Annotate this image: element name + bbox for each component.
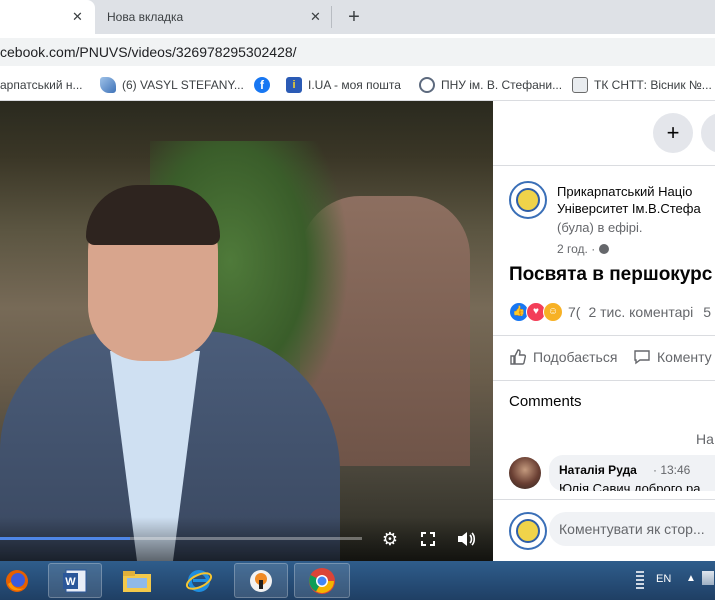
panel-top-actions: + [493,101,715,166]
like-button[interactable]: Подобається [509,348,617,366]
bookmark-label: (6) VASYL STEFANY... [122,78,244,92]
messenger-button[interactable] [701,113,715,153]
bookmark-label: ПНУ ім. В. Стефани... [441,78,563,92]
video-player[interactable]: ⚙ [0,101,493,561]
comment-time[interactable]: · 13:46 [653,463,690,477]
tray-expand-icon[interactable]: ▲ [686,573,696,584]
comment-button[interactable]: Коменту [633,348,712,366]
facebook-icon: f [254,77,270,93]
settings-icon[interactable]: ⚙ [378,527,402,551]
comment-bubble: Наталія Руда · 13:46 Юлія Савич доброго … [549,455,715,491]
comment-text: Юлія Савич доброго ра [559,481,701,491]
url-text[interactable]: cebook.com/PNUVS/videos/326978295302428/ [0,44,297,60]
drop-icon [100,77,116,93]
comment-compose: Коментувати як стор... [493,499,715,562]
reactions-summary[interactable]: 👍 ♥ ☺ 7( 2 тис. коментарі 5 [509,301,711,323]
tab-title: Нова вкладка [107,10,184,24]
train-icon [572,77,588,93]
video-progress-bar[interactable] [0,537,362,540]
create-button[interactable]: + [653,113,693,153]
comment-label: Коменту [657,349,712,365]
bookmark-vasyl-stefanyk[interactable]: (6) VASYL STEFANY... [100,76,244,94]
explorer-icon[interactable] [112,563,162,598]
care-reaction-icon: ☺ [543,302,563,322]
tray-network-icon[interactable] [702,571,714,585]
page-name[interactable]: Прикарпатський Націо Університет Ім.В.Ст… [557,183,715,217]
post-side-panel: + Прикарпатський Націо Університет Ім.В.… [493,101,715,561]
iua-icon: i [286,77,302,93]
video-progress-fill [0,537,131,540]
share-count[interactable]: 5 [703,304,711,320]
page-avatar-small [509,512,547,550]
comment-sort-dropdown[interactable]: На [696,431,714,447]
post-time-text: 2 год. · [557,242,599,256]
comment-icon [634,350,650,365]
bookmarks-bar: арпатський н... (6) VASYL STEFANY... f i… [0,70,715,101]
svg-text:W: W [65,576,76,588]
page-name-line2: Університет Ім.В.Стефа [557,201,701,216]
bookmark-iua[interactable]: i I.UA - моя пошта [286,76,401,94]
university-logo-icon [516,519,540,543]
comments-heading: Comments [509,393,582,410]
tray-dots-icon [636,571,644,589]
bookmark-label: ТК СНТТ: Вісник №... [594,78,712,92]
reaction-count: 7( [568,304,581,320]
post-timestamp[interactable]: 2 год. · [557,242,609,256]
tab-facebook-video[interactable]: ✕ [0,0,95,34]
comment-author[interactable]: Наталія Руда [559,463,637,477]
comment-input[interactable]: Коментувати як стор... [549,512,715,546]
chrome-icon[interactable] [294,563,350,598]
page-name-line1: Прикарпатський Націо [557,184,693,199]
firefox-icon[interactable] [0,563,34,598]
post-title: Посвята в першокурс [509,264,713,285]
like-label: Подобається [533,349,618,365]
live-status: (була) в ефірі. [557,220,643,235]
volume-icon[interactable] [454,527,478,551]
university-logo-icon [516,188,540,212]
tab-new[interactable]: Нова вкладка ✕ [95,6,332,28]
bookmark-prykarpatskyi[interactable]: арпатський н... [0,76,83,94]
bookmark-tk-sntt[interactable]: ТК СНТТ: Вісник №... [572,76,712,94]
word-icon[interactable]: W [48,563,102,598]
bookmark-label: I.UA - моя пошта [308,78,401,92]
bookmark-facebook[interactable]: f [254,76,276,94]
new-tab-button[interactable]: + [343,6,365,28]
ie-icon[interactable] [172,563,226,598]
close-tab-icon[interactable]: ✕ [72,9,83,25]
bookmark-label: арпатський н... [0,78,83,92]
comment-count[interactable]: 2 тис. коментарі [588,304,693,320]
bookmark-pnu[interactable]: ПНУ ім. В. Стефани... [419,76,562,94]
close-tab-icon[interactable]: ✕ [310,9,321,25]
fullscreen-icon[interactable] [416,527,440,551]
post-actions: Подобається Коменту [493,335,715,381]
tab-strip: ✕ Нова вкладка ✕ + [0,0,715,34]
globe-icon [598,244,609,254]
page-avatar[interactable] [509,181,547,219]
vpn-icon[interactable] [234,563,288,598]
windows-taskbar: W EN ▲ [0,561,715,600]
commenter-avatar[interactable] [509,457,541,489]
university-icon [419,77,435,93]
thumbs-up-icon [510,349,527,365]
language-indicator[interactable]: EN [656,573,671,585]
video-frame [0,101,493,561]
